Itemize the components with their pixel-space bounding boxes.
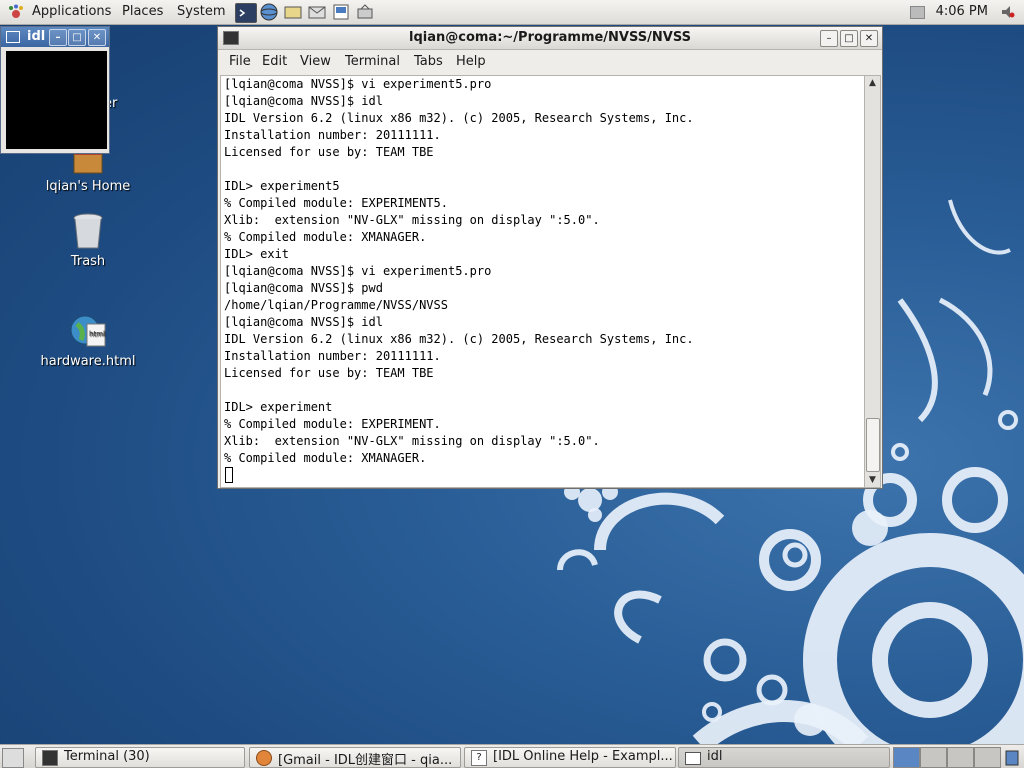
task-idl-help[interactable]: ? [IDL Online Help - Exampl...	[464, 747, 676, 768]
bottom-panel: Terminal (30) [Gmail - IDL创建窗口 - qia... …	[0, 744, 1024, 768]
terminal-line: [lqian@coma NVSS]$ idl	[224, 94, 383, 108]
minimize-button[interactable]: –	[49, 29, 67, 46]
svg-text:html: html	[89, 330, 105, 338]
show-desktop-icon[interactable]	[2, 748, 24, 768]
terminal-line: Installation number: 20111111.	[224, 128, 441, 142]
task-terminal[interactable]: Terminal (30)	[35, 747, 245, 768]
terminal-lines: [lqian@coma NVSS]$ vi experiment5.pro [lq…	[224, 76, 694, 467]
menu-edit[interactable]: Edit	[262, 54, 287, 69]
maximize-button[interactable]: □	[68, 29, 86, 46]
terminal-line: % Compiled module: EXPERIMENT.	[224, 417, 441, 431]
idl-window-title: idl	[27, 29, 46, 44]
desktop: Applications Places System 4:06 PM er lq…	[0, 0, 1024, 768]
terminal-icon	[42, 750, 58, 766]
task-terminal-label: Terminal (30)	[64, 749, 150, 764]
browser-icon[interactable]	[259, 3, 279, 21]
terminal-icon[interactable]	[235, 3, 257, 23]
scroll-down-arrow[interactable]: ▼	[865, 473, 880, 487]
terminal-line: [lqian@coma NVSS]$ pwd	[224, 281, 383, 295]
terminal-line: IDL> exit	[224, 247, 290, 261]
mail-icon[interactable]	[307, 3, 327, 21]
desktop-icon-trash[interactable]: Trash	[33, 212, 143, 269]
terminal-scrollbar[interactable]: ▲ ▼	[864, 75, 881, 488]
html-file-icon: html	[69, 312, 107, 350]
terminal-line: IDL Version 6.2 (linux x86 m32). (c) 200…	[224, 111, 694, 125]
workspace-1[interactable]	[893, 747, 920, 768]
menu-view[interactable]: View	[300, 54, 331, 69]
minimize-button[interactable]: –	[820, 30, 838, 47]
idl-graphics-canvas[interactable]	[6, 51, 107, 149]
terminal-title: lqian@coma:~/Programme/NVSS/NVSS	[409, 30, 691, 45]
trash-applet-icon[interactable]	[1004, 748, 1020, 766]
menu-help[interactable]: Help	[456, 54, 486, 69]
menu-tabs[interactable]: Tabs	[414, 54, 443, 69]
terminal-window[interactable]: lqian@coma:~/Programme/NVSS/NVSS – □ ✕ F…	[217, 26, 883, 489]
close-button[interactable]: ✕	[88, 29, 106, 46]
desktop-icon-hardware-label: hardware.html	[40, 354, 136, 369]
terminal-line: /home/lqian/Programme/NVSS/NVSS	[224, 298, 448, 312]
terminal-line: Xlib: extension "NV-GLX" missing on disp…	[224, 213, 600, 227]
terminal-line: Installation number: 20111111.	[224, 349, 441, 363]
terminal-line: IDL> experiment	[224, 400, 333, 414]
task-gmail[interactable]: [Gmail - IDL创建窗口 - qia...	[249, 747, 461, 768]
system-menu[interactable]: System	[177, 4, 225, 19]
terminal-line: [lqian@coma NVSS]$ vi experiment5.pro	[224, 264, 492, 278]
terminal-output[interactable]: [lqian@coma NVSS]$ vi experiment5.pro [lq…	[220, 75, 865, 488]
desktop-icon-hardware[interactable]: html hardware.html	[33, 312, 143, 369]
desktop-icon-home-label: lqian's Home	[45, 179, 131, 194]
scroll-up-arrow[interactable]: ▲	[865, 76, 880, 90]
terminal-line: Xlib: extension "NV-GLX" missing on disp…	[224, 434, 600, 448]
task-idl-help-label: [IDL Online Help - Exampl...	[493, 749, 673, 764]
task-idl[interactable]: idl	[678, 747, 890, 768]
terminal-line: Licensed for use by: TEAM TBE	[224, 145, 434, 159]
top-panel: Applications Places System 4:06 PM	[0, 0, 1024, 25]
trash-icon	[72, 212, 104, 250]
terminal-line: % Compiled module: XMANAGER.	[224, 230, 427, 244]
terminal-line: IDL Version 6.2 (linux x86 m32). (c) 200…	[224, 332, 694, 346]
gnome-foot-icon	[8, 4, 24, 20]
terminal-line: IDL> experiment5	[224, 179, 340, 193]
window-menu-icon[interactable]	[6, 31, 20, 43]
firefox-icon	[256, 750, 272, 766]
terminal-line: % Compiled module: EXPERIMENT5.	[224, 196, 448, 210]
idl-window[interactable]: idl – □ ✕	[0, 26, 110, 154]
help-icon: ?	[471, 750, 487, 766]
menu-file[interactable]: File	[229, 54, 251, 69]
terminal-menubar: File Edit View Terminal Tabs Help	[218, 50, 882, 72]
terminal-line: [lqian@coma NVSS]$ vi experiment5.pro	[224, 77, 492, 91]
close-button[interactable]: ✕	[860, 30, 878, 47]
network-icon[interactable]	[355, 3, 375, 21]
editor-icon[interactable]	[331, 3, 351, 21]
tray-icon[interactable]	[910, 6, 925, 19]
workspace-2[interactable]	[920, 747, 947, 768]
scroll-thumb[interactable]	[866, 418, 880, 472]
volume-icon[interactable]	[1000, 4, 1016, 20]
terminal-cursor	[225, 467, 233, 483]
desktop-icon-trash-label: Trash	[70, 254, 106, 269]
notes-icon[interactable]	[283, 3, 303, 21]
workspace-3[interactable]	[947, 747, 974, 768]
clock[interactable]: 4:06 PM	[936, 4, 988, 19]
terminal-line: Licensed for use by: TEAM TBE	[224, 366, 434, 380]
workspace-4[interactable]	[974, 747, 1001, 768]
idl-titlebar[interactable]: idl – □ ✕	[1, 27, 109, 47]
task-gmail-label: [Gmail - IDL创建窗口 - qia...	[278, 753, 453, 768]
task-idl-label: idl	[707, 749, 723, 764]
places-menu[interactable]: Places	[122, 4, 163, 19]
terminal-line: [lqian@coma NVSS]$ idl	[224, 315, 383, 329]
terminal-line: % Compiled module: XMANAGER.	[224, 451, 427, 465]
terminal-titlebar[interactable]: lqian@coma:~/Programme/NVSS/NVSS – □ ✕	[218, 27, 882, 50]
menu-terminal[interactable]: Terminal	[345, 54, 400, 69]
window-icon	[685, 752, 701, 765]
maximize-button[interactable]: □	[840, 30, 858, 47]
applications-menu[interactable]: Applications	[32, 4, 111, 19]
